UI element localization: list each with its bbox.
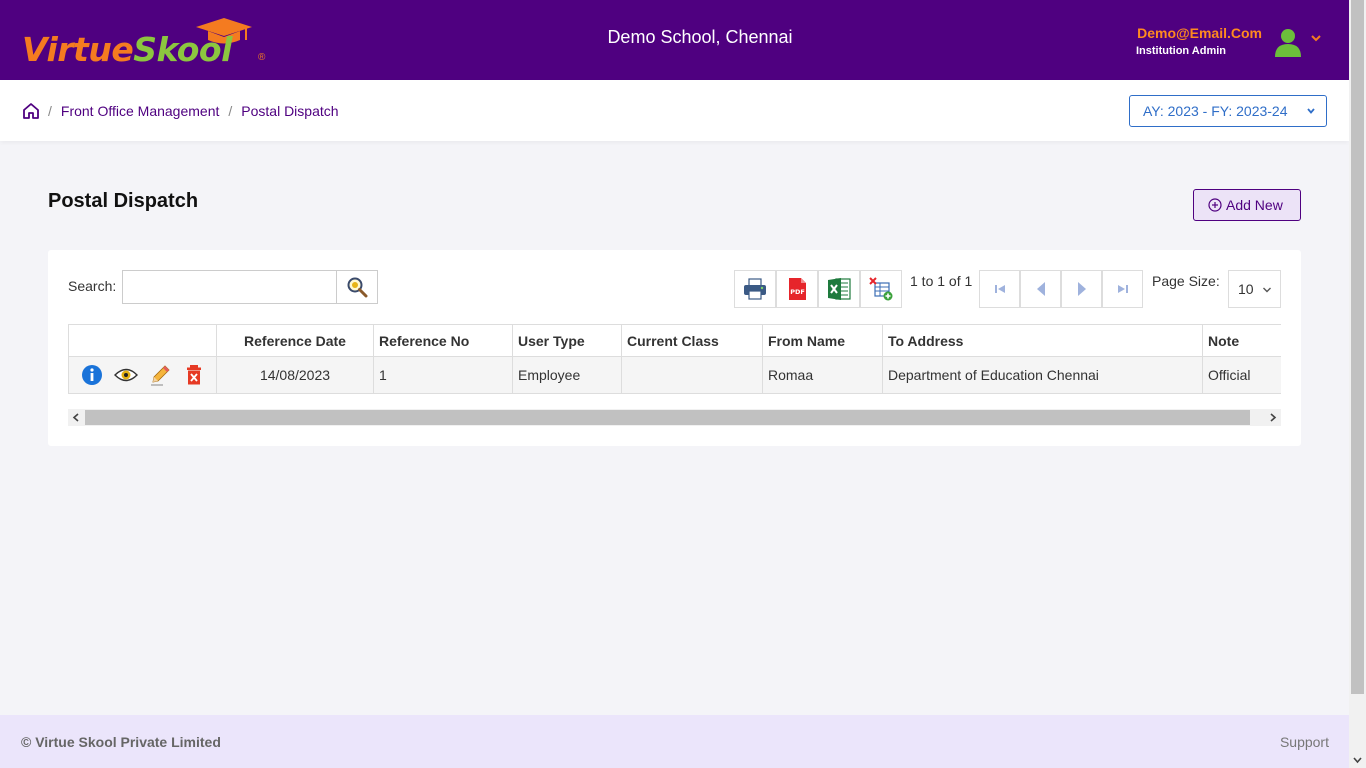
user-avatar-icon[interactable] <box>1272 26 1304 58</box>
first-page-button[interactable] <box>979 270 1020 308</box>
page-size-label: Page Size: <box>1152 273 1220 289</box>
grid-horizontal-scrollbar[interactable] <box>68 409 1281 426</box>
excel-export-button[interactable] <box>818 270 860 308</box>
pdf-export-button[interactable]: PDF <box>776 270 818 308</box>
pager-summary: 1 to 1 of 1 <box>910 273 973 289</box>
add-new-button[interactable]: Add New <box>1193 189 1301 221</box>
next-page-button[interactable] <box>1061 270 1102 308</box>
search-icon <box>347 277 368 298</box>
page-footer: © Virtue Skool Private Limited Support <box>0 715 1349 768</box>
first-page-icon <box>994 285 1005 293</box>
chevron-down-icon <box>1307 108 1315 114</box>
breadcrumb: / Front Office Management / Postal Dispa… <box>48 103 339 119</box>
cell-from-name: Romaa <box>762 356 883 394</box>
scroll-left-icon[interactable] <box>71 412 82 423</box>
last-page-button[interactable] <box>1102 270 1143 308</box>
column-header-to-address[interactable]: To Address <box>882 324 1203 357</box>
school-name: Demo School, Chennai <box>607 27 793 47</box>
data-grid: Reference Date Reference No User Type Cu… <box>68 324 1281 394</box>
breadcrumb-separator: / <box>48 103 52 119</box>
view-button[interactable] <box>114 363 138 387</box>
column-header-reference-no[interactable]: Reference No <box>373 324 513 357</box>
print-icon <box>744 278 766 300</box>
view-icon <box>114 368 138 382</box>
cell-reference-date: 14/08/2023 <box>216 356 374 394</box>
breadcrumb-postal-dispatch[interactable]: Postal Dispatch <box>241 103 338 119</box>
page-size-value: 10 <box>1238 281 1254 297</box>
academic-year-select[interactable]: AY: 2023 - FY: 2023-24 <box>1129 95 1327 127</box>
cell-note: Official <box>1202 356 1281 394</box>
search-label: Search: <box>68 278 117 294</box>
prev-page-button[interactable] <box>1020 270 1061 308</box>
page-title: Postal Dispatch <box>48 190 199 212</box>
scrollbar-thumb[interactable] <box>85 410 1250 425</box>
pdf-icon: PDF <box>789 278 806 300</box>
grid-card: Search: PDF 1 to 1 of 1 Page Size: 10 Re… <box>48 250 1301 446</box>
scrollbar-thumb[interactable] <box>1351 0 1364 694</box>
academic-year-label: AY: 2023 - FY: 2023-24 <box>1143 103 1288 119</box>
column-header-note[interactable]: Note <box>1202 324 1281 357</box>
cell-reference-no: 1 <box>373 356 513 394</box>
column-header-user-type[interactable]: User Type <box>512 324 622 357</box>
scroll-down-icon[interactable] <box>1352 754 1363 765</box>
excel-icon <box>828 278 851 300</box>
edit-icon <box>151 365 170 386</box>
delete-button[interactable] <box>182 363 206 387</box>
support-link[interactable]: Support <box>1280 734 1329 750</box>
chevron-down-icon <box>1263 287 1271 293</box>
cell-current-class <box>621 356 763 394</box>
top-header: VirtueSkool ® Demo School, Chennai Demo@… <box>0 0 1349 80</box>
column-header-current-class[interactable]: Current Class <box>621 324 763 357</box>
column-header-reference-date[interactable]: Reference Date <box>216 324 374 357</box>
last-page-icon <box>1117 285 1128 293</box>
info-button[interactable] <box>80 363 104 387</box>
breadcrumb-front-office[interactable]: Front Office Management <box>61 103 219 119</box>
page-size-select[interactable]: 10 <box>1228 270 1281 308</box>
table-row[interactable]: 14/08/2023 1 Employee Romaa Department o… <box>68 356 1281 394</box>
search-button[interactable] <box>336 270 378 304</box>
logo-wordmark: VirtueSkool <box>22 30 232 69</box>
prev-page-icon <box>1036 282 1045 296</box>
postal-dispatch-table: Reference Date Reference No User Type Cu… <box>68 324 1281 394</box>
breadcrumb-separator: / <box>228 103 233 119</box>
plus-circle-icon <box>1208 198 1222 212</box>
add-new-label: Add New <box>1226 197 1283 213</box>
column-chooser-icon <box>869 277 893 301</box>
print-button[interactable] <box>734 270 776 308</box>
info-icon <box>82 365 102 385</box>
column-header-actions <box>68 324 217 357</box>
table-header-row: Reference Date Reference No User Type Cu… <box>68 324 1281 357</box>
column-header-from-name[interactable]: From Name <box>762 324 883 357</box>
chevron-down-icon[interactable] <box>1308 30 1324 46</box>
cell-to-address: Department of Education Chennai <box>882 356 1203 394</box>
page-vertical-scrollbar[interactable] <box>1349 0 1366 768</box>
user-role: Institution Admin <box>1136 45 1227 57</box>
breadcrumb-bar: / Front Office Management / Postal Dispa… <box>0 80 1349 141</box>
registered-mark: ® <box>258 52 266 63</box>
user-email[interactable]: Demo@Email.Com <box>1120 25 1262 41</box>
column-chooser-button[interactable] <box>860 270 902 308</box>
next-page-icon <box>1077 282 1086 296</box>
home-icon[interactable] <box>22 102 40 120</box>
cell-user-type: Employee <box>512 356 622 394</box>
svg-text:PDF: PDF <box>790 288 805 296</box>
search-input[interactable] <box>122 270 338 304</box>
edit-button[interactable] <box>148 363 172 387</box>
delete-icon <box>187 365 201 385</box>
virtueskool-logo[interactable]: VirtueSkool ® <box>22 16 272 69</box>
row-actions-cell <box>68 356 217 394</box>
copyright-text: © Virtue Skool Private Limited <box>21 734 221 750</box>
scroll-right-icon[interactable] <box>1267 412 1278 423</box>
